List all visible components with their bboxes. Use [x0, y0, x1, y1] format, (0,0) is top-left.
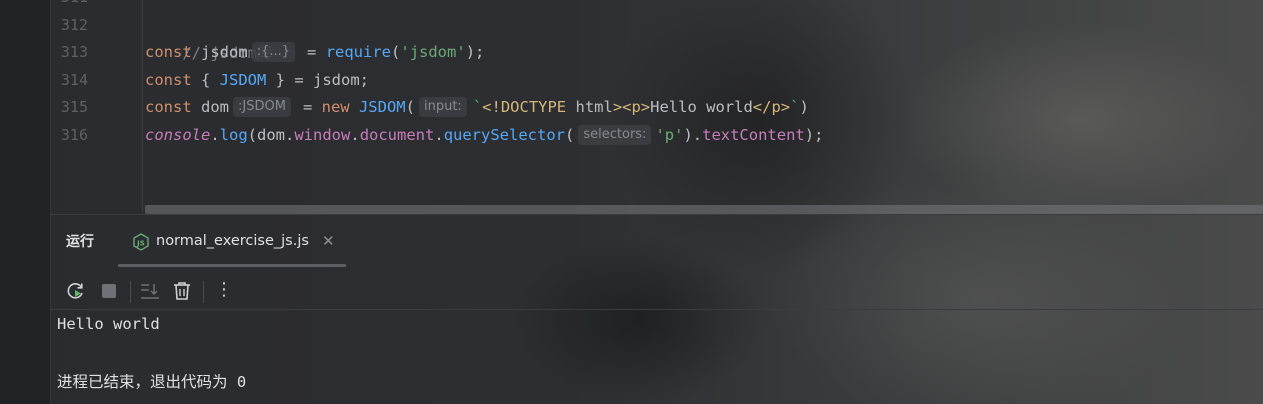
paren: (	[405, 98, 415, 116]
assign-operator: =	[302, 98, 322, 116]
paren-dom: (dom.	[247, 126, 295, 144]
trash-icon[interactable]	[170, 279, 194, 303]
nodejs-icon: JS	[133, 233, 149, 251]
line-number-gutter: 311 312 313 314 315 316	[50, 0, 142, 214]
close-icon[interactable]: ✕	[322, 232, 335, 250]
scroll-to-end-icon[interactable]	[138, 279, 162, 303]
console-line: 进程已结束，退出代码为 0	[57, 373, 247, 391]
parameter-inlay-hint[interactable]: selectors:	[578, 125, 652, 145]
template-text: Hello world	[650, 98, 753, 116]
paren: (	[391, 43, 401, 61]
line-number: 315	[60, 98, 88, 116]
keyword-new: new	[321, 98, 350, 116]
dot: .	[434, 126, 444, 144]
stop-icon[interactable]	[97, 279, 121, 303]
rerun-icon[interactable]	[64, 279, 88, 303]
paren: );	[465, 43, 485, 61]
string-literal: 'p'	[655, 126, 684, 144]
template-html: html	[575, 98, 613, 116]
code-line-312[interactable]: // jsdom库	[145, 11, 272, 62]
code-line-316[interactable]: console.log(dom.window.document.querySel…	[145, 121, 823, 149]
toolbar-divider	[203, 281, 204, 303]
keyword-const: const	[145, 43, 192, 61]
brace: {	[191, 71, 220, 89]
paren: (	[565, 126, 575, 144]
code-line-315[interactable]: const dom:JSDOM = new JSDOM(input: `<!DOCT…	[145, 93, 809, 121]
run-tab-normal-exercise[interactable]: JS normal_exercise_js.js ✕	[118, 215, 346, 267]
run-title: 运行	[66, 234, 94, 250]
left-tool-strip	[0, 0, 51, 404]
toolbar-divider	[130, 281, 131, 303]
class-name: JSDOM	[219, 71, 267, 89]
type-inlay-hint[interactable]: :{...}	[251, 42, 296, 62]
template-tag: ><p>	[612, 98, 651, 116]
code-line-314[interactable]: const { JSDOM } = jsdom;	[145, 66, 369, 94]
line-number: 311	[61, 0, 88, 11]
parameter-inlay-hint[interactable]: input:	[418, 97, 467, 117]
run-toolbar: ⋮	[50, 275, 1263, 310]
line-number: 312	[60, 16, 88, 34]
type-inlay-hint[interactable]: :JSDOM	[233, 97, 291, 117]
horizontal-scrollbar[interactable]	[145, 205, 1263, 214]
more-icon[interactable]: ⋮	[212, 277, 236, 301]
active-tab-indicator	[118, 264, 346, 267]
template-tag: </p>	[752, 98, 791, 116]
class-name: JSDOM	[358, 98, 406, 116]
line-number: 314	[60, 71, 88, 89]
property-textcontent: textContent	[702, 126, 805, 144]
console-line: Hello world	[57, 315, 160, 333]
run-header: 运行 JS normal_exercise_js.js ✕	[50, 215, 1263, 267]
string-literal: 'jsdom'	[400, 43, 466, 61]
keyword-const: const	[145, 71, 192, 89]
gutter-separator	[142, 0, 143, 214]
destructure-rest: } = jsdom;	[266, 71, 369, 89]
identifier: dom	[201, 98, 230, 116]
paren: ).	[683, 126, 703, 144]
identifier: jsdom	[201, 43, 248, 61]
dot: .	[210, 126, 220, 144]
function-log: log	[219, 126, 248, 144]
dot: .	[350, 126, 360, 144]
property-document: document	[359, 126, 435, 144]
function-require: require	[325, 43, 392, 61]
function-queryselector: querySelector	[443, 126, 566, 144]
code-editor[interactable]: 311 312 313 314 315 316 // jsdom库 const …	[50, 0, 1263, 214]
run-tool-window: 运行 JS normal_exercise_js.js ✕ ⋮ Hello wo…	[50, 214, 1263, 404]
keyword-const: const	[145, 98, 192, 116]
property-window: window	[294, 126, 351, 144]
paren: )	[799, 98, 809, 116]
svg-text:JS: JS	[136, 239, 145, 247]
template-doctype: <!DOCTYPE	[482, 98, 576, 116]
tab-label: normal_exercise_js.js	[156, 233, 309, 249]
line-number: 316	[60, 126, 88, 144]
paren: );	[804, 126, 824, 144]
console-object: console	[145, 126, 211, 144]
console-output[interactable]: Hello world 进程已结束，退出代码为 0	[50, 311, 1263, 404]
line-number: 313	[60, 43, 88, 61]
assign-operator: =	[307, 43, 326, 61]
code-line-313[interactable]: const jsdom:{...} = require('jsdom');	[145, 38, 484, 66]
template-quote: `	[472, 98, 483, 116]
